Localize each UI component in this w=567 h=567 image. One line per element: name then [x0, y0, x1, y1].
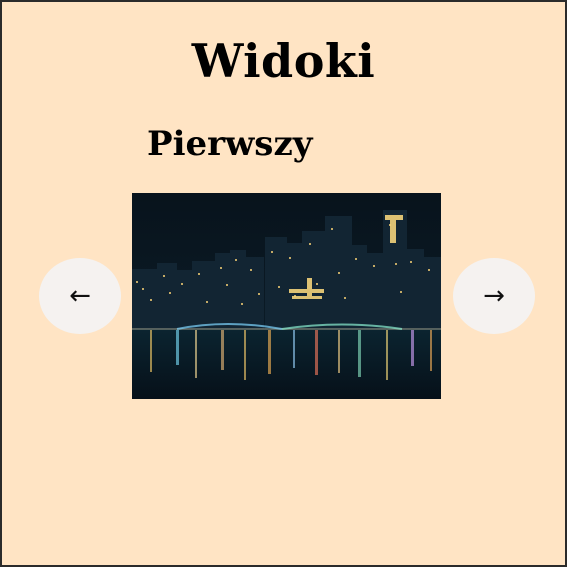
page-frame: Widoki Pierwszy ← →	[0, 0, 567, 567]
next-button[interactable]: →	[453, 258, 535, 334]
arrow-left-icon: ←	[69, 281, 91, 311]
city-skyline-image	[132, 193, 441, 399]
page-title: Widoki	[191, 34, 376, 88]
slide-title: Pierwszy	[147, 124, 313, 164]
arrow-right-icon: →	[483, 281, 505, 311]
slide-image	[132, 193, 441, 399]
prev-button[interactable]: ←	[39, 258, 121, 334]
